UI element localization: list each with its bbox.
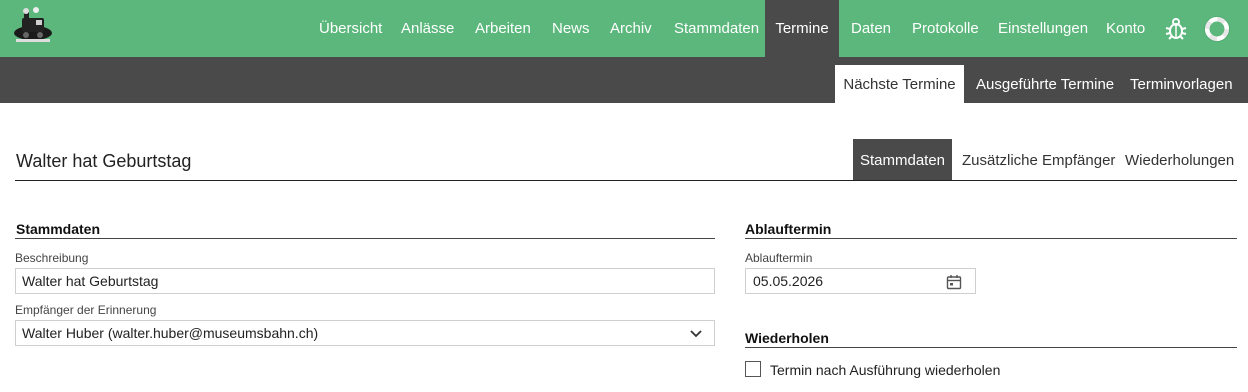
tab-wiederholungen[interactable]: Wiederholungen — [1115, 139, 1244, 181]
empfaenger-value: Walter Huber (walter.huber@museumsbahn.c… — [22, 325, 319, 341]
empfaenger-select[interactable]: Walter Huber (walter.huber@museumsbahn.c… — [15, 320, 715, 346]
subnav-naechste-termine[interactable]: Nächste Termine — [835, 65, 964, 103]
ablauftermin-heading: Ablauftermin — [745, 221, 832, 237]
nav-stammdaten[interactable]: Stammdaten — [662, 0, 771, 57]
stammdaten-heading: Stammdaten — [16, 221, 101, 237]
page-title: Walter hat Geburtstag — [16, 151, 192, 171]
nav-archiv[interactable]: Archiv — [598, 0, 664, 57]
wiederholen-divider — [745, 347, 1237, 348]
nav-konto[interactable]: Konto — [1094, 0, 1157, 57]
nav-news[interactable]: News — [540, 0, 602, 57]
subnav-ausgefuehrte-termine[interactable]: Ausgeführte Termine — [964, 65, 1126, 103]
nav-daten[interactable]: Daten — [839, 0, 903, 57]
locomotive-logo-icon[interactable] — [12, 6, 54, 48]
nav-arbeiten[interactable]: Arbeiten — [463, 0, 543, 57]
ablauftermin-label: Ablauftermin — [745, 251, 813, 265]
tab-stammdaten[interactable]: Stammdaten — [853, 139, 952, 181]
wiederholen-heading: Wiederholen — [745, 330, 829, 346]
title-divider — [15, 180, 1237, 181]
nav-termine[interactable]: Termine — [765, 0, 839, 57]
chevron-down-icon — [690, 330, 702, 338]
stammdaten-divider — [15, 238, 715, 239]
ablauftermin-date-input[interactable]: 05.05.2026 — [745, 268, 976, 294]
empfaenger-label: Empfänger der Erinnerung — [15, 303, 157, 317]
bug-icon[interactable] — [1163, 16, 1189, 42]
calendar-icon[interactable] — [946, 274, 962, 290]
ablauftermin-value: 05.05.2026 — [753, 273, 824, 289]
nav-uebersicht[interactable]: Übersicht — [307, 0, 394, 57]
tab-zusaetzliche-empfaenger[interactable]: Zusätzliche Empfänger — [952, 139, 1125, 181]
beschreibung-input[interactable]: Walter hat Geburtstag — [15, 268, 715, 294]
beschreibung-label: Beschreibung — [15, 251, 89, 265]
ablauftermin-divider — [745, 238, 1237, 239]
wiederholen-checkbox[interactable] — [745, 361, 761, 377]
nav-anlaesse[interactable]: Anlässe — [389, 0, 466, 57]
subnav-terminvorlagen[interactable]: Terminvorlagen — [1118, 65, 1245, 103]
lifebuoy-icon[interactable] — [1204, 16, 1230, 42]
beschreibung-value: Walter hat Geburtstag — [22, 273, 159, 289]
nav-protokolle[interactable]: Protokolle — [900, 0, 991, 57]
nav-einstellungen[interactable]: Einstellungen — [986, 0, 1100, 57]
wiederholen-checkbox-label[interactable]: Termin nach Ausführung wiederholen — [770, 362, 1000, 378]
